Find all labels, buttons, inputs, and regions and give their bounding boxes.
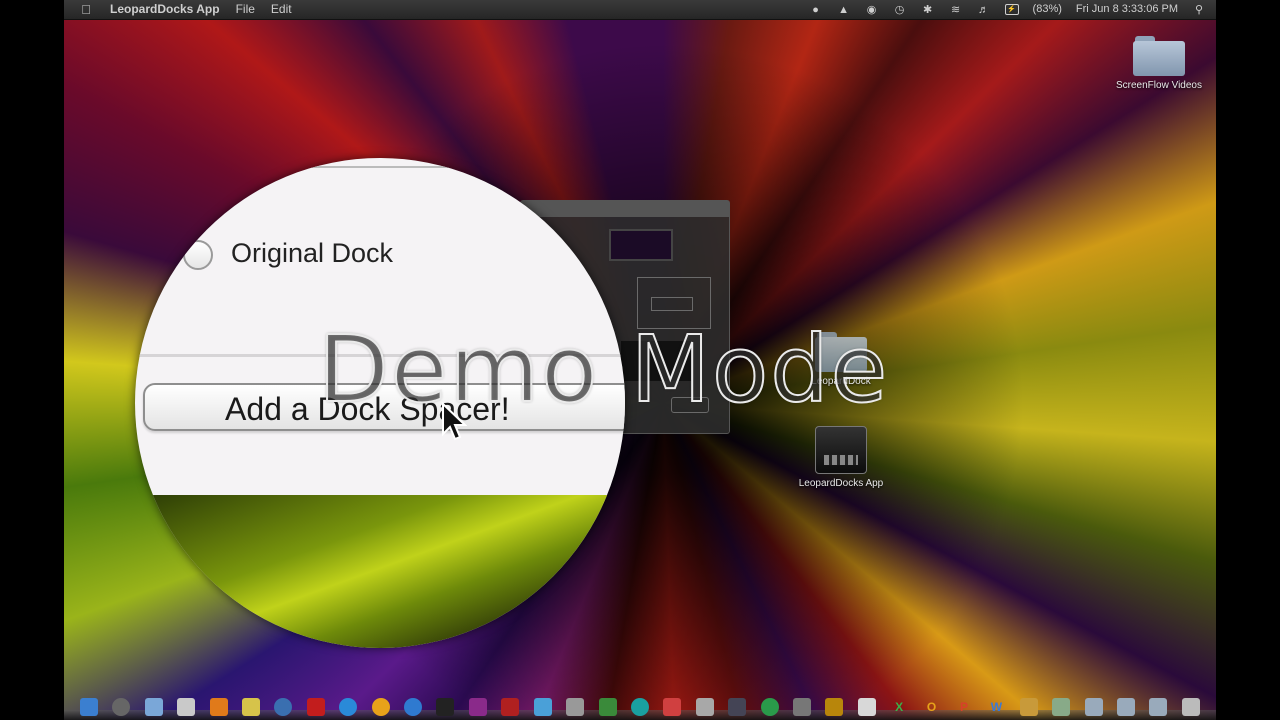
safari-icon[interactable] — [274, 698, 293, 716]
camera-icon[interactable]: ● — [809, 4, 823, 16]
outlook-icon[interactable]: O — [923, 698, 941, 716]
menu-bar:  LeopardDocks App File Edit ● ▲ ◉ ◷ ✱ ≋… — [64, 0, 1216, 20]
help-icon[interactable] — [1052, 698, 1071, 716]
title-bar[interactable] — [521, 201, 729, 217]
applications-icon[interactable] — [1117, 698, 1135, 716]
app-store-icon[interactable] — [533, 698, 552, 716]
word-icon[interactable]: W — [987, 698, 1005, 716]
edit-menu[interactable]: Edit — [271, 0, 292, 19]
color-well[interactable] — [609, 229, 673, 261]
text-field[interactable] — [651, 297, 693, 311]
time-machine-icon[interactable]: ◷ — [893, 4, 907, 16]
trash-icon[interactable] — [1181, 698, 1200, 716]
keychain-icon[interactable] — [695, 698, 714, 716]
firefox-icon[interactable] — [404, 698, 423, 716]
globe-icon[interactable] — [339, 698, 358, 716]
bluetooth-icon[interactable]: ✱ — [921, 4, 935, 16]
downloads-icon[interactable] — [1084, 698, 1103, 716]
app-menu[interactable]: LeopardDocks App — [110, 0, 220, 19]
magnified-wallpaper — [135, 495, 625, 648]
itunes-icon[interactable] — [468, 698, 487, 716]
clock-icon[interactable] — [112, 698, 131, 716]
settings-icon[interactable] — [857, 698, 876, 716]
finder-icon[interactable] — [80, 698, 98, 716]
leoparddocks-app-icon — [815, 426, 867, 474]
original-dock-label: Original Dock — [231, 238, 394, 268]
accessibility-icon[interactable]: ◉ — [865, 4, 879, 16]
bell-icon[interactable]: ▲ — [837, 4, 851, 16]
messages-icon[interactable] — [1019, 698, 1038, 716]
calendar-icon[interactable] — [306, 698, 325, 716]
textedit-icon[interactable] — [566, 698, 585, 716]
photo-booth-icon[interactable] — [501, 698, 520, 716]
spotlight-search-icon[interactable]: ⚲ — [1192, 4, 1206, 16]
folder-icon — [1133, 36, 1185, 76]
original-dock-radio[interactable] — [183, 240, 213, 270]
grab-icon[interactable] — [728, 698, 747, 716]
dock: X O P W — [80, 690, 1200, 716]
preview-icon[interactable] — [177, 698, 196, 716]
desktop-icon-screenflow-videos[interactable]: ScreenFlow Videos — [1114, 36, 1204, 92]
divider — [305, 166, 625, 168]
stickies-icon[interactable] — [242, 698, 261, 716]
desktop-icon-label: LeopardDocks App — [798, 478, 884, 489]
volume-icon[interactable]: ♬ — [977, 4, 991, 16]
terminal-icon[interactable] — [436, 698, 455, 716]
documents-icon[interactable] — [1149, 698, 1168, 716]
excel-icon[interactable]: X — [890, 698, 908, 716]
printer-icon[interactable] — [663, 698, 682, 716]
spotify-icon[interactable] — [760, 698, 779, 716]
desktop:  LeopardDocks App File Edit ● ▲ ◉ ◷ ✱ ≋… — [64, 0, 1216, 720]
demo-mode-overlay: Demo Mode — [317, 315, 890, 424]
desktop-icon-leoparddocks-app[interactable]: LeopardDocks App — [796, 426, 886, 490]
battery-icon[interactable]: ⚡ — [1004, 4, 1019, 15]
activity-icon[interactable] — [630, 698, 649, 716]
mail-icon[interactable] — [144, 698, 163, 716]
chrome-icon[interactable] — [371, 698, 390, 716]
calculator-icon[interactable] — [792, 698, 811, 716]
apple-icon[interactable]:  — [76, 0, 96, 19]
wifi-icon[interactable]: ≋ — [949, 4, 963, 16]
file-menu[interactable]: File — [236, 0, 255, 19]
powerpoint-icon[interactable]: P — [955, 698, 973, 716]
desktop-icon-label: ScreenFlow Videos — [1116, 80, 1202, 91]
photos-icon[interactable] — [209, 698, 228, 716]
battery-percent[interactable]: (83%) — [1033, 0, 1062, 19]
scripts-icon[interactable] — [825, 698, 844, 716]
screenflow-icon[interactable] — [598, 698, 617, 716]
clock[interactable]: Fri Jun 8 3:33:06 PM — [1076, 0, 1178, 19]
